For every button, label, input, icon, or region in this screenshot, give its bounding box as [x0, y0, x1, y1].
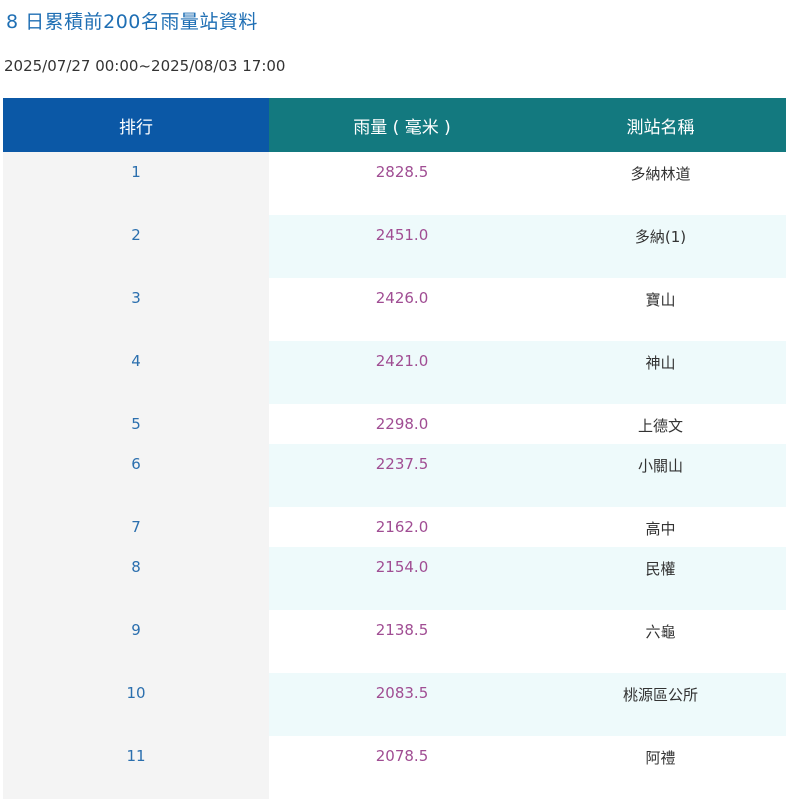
station-cell[interactable]: 民權	[535, 547, 786, 610]
station-cell[interactable]: 小關山	[535, 444, 786, 507]
rank-cell: 1	[3, 152, 269, 215]
rank-cell: 7	[3, 507, 269, 547]
table-header-row: 排行 雨量 ( 毫米 ) 測站名稱	[3, 98, 786, 152]
station-cell[interactable]: 上德文	[535, 404, 786, 444]
rank-cell: 4	[3, 341, 269, 404]
rainfall-cell: 2237.5	[269, 444, 535, 507]
rainfall-cell: 2154.0	[269, 547, 535, 610]
rank-cell: 5	[3, 404, 269, 444]
table-row: 4 2421.0 神山	[3, 341, 786, 404]
table-row: 6 2237.5 小關山	[3, 444, 786, 507]
header-rank: 排行	[3, 98, 269, 152]
station-cell[interactable]: 多納林道	[535, 152, 786, 215]
table-row: 2 2451.0 多納(1)	[3, 215, 786, 278]
rainfall-cell: 2828.5	[375, 163, 429, 181]
table-row: 9 2138.5 六龜	[3, 610, 786, 673]
rank-cell: 9	[3, 610, 269, 673]
rainfall-cell: 2162.0	[375, 518, 429, 536]
table-row: 7 2162.0 高中	[3, 507, 786, 547]
rainfall-cell: 2298.0	[375, 415, 429, 433]
rank-cell: 10	[3, 673, 269, 736]
rainfall-cell: 2138.5	[375, 621, 429, 639]
rainfall-ranking-table: 排行 雨量 ( 毫米 ) 測站名稱 1 2828.5 多納林道 2 2451.0…	[3, 98, 786, 799]
station-cell[interactable]: 高中	[535, 507, 786, 547]
table-row: 10 2083.5 桃源區公所	[3, 673, 786, 736]
rank-cell: 3	[3, 278, 269, 341]
rank-cell: 6	[3, 444, 269, 507]
station-cell[interactable]: 神山	[535, 341, 786, 404]
station-cell[interactable]: 多納(1)	[535, 215, 786, 278]
rainfall-cell: 2083.5	[269, 673, 535, 736]
rank-cell: 11	[3, 736, 269, 799]
table-row: 5 2298.0 上德文	[3, 404, 786, 444]
table-row: 11 2078.5 阿禮	[3, 736, 786, 799]
table-row: 3 2426.0 寶山	[3, 278, 786, 341]
station-cell[interactable]: 桃源區公所	[535, 673, 786, 736]
rank-cell: 2	[3, 215, 269, 278]
station-cell[interactable]: 阿禮	[535, 736, 786, 799]
date-range: 2025/07/27 00:00~2025/08/03 17:00	[4, 57, 286, 75]
station-cell[interactable]: 寶山	[535, 278, 786, 341]
header-station: 測站名稱	[535, 98, 786, 152]
rainfall-cell: 2426.0	[375, 289, 429, 307]
table-row: 1 2828.5 多納林道	[3, 152, 786, 215]
page-title: 8 日累積前200名雨量站資料	[6, 11, 258, 33]
station-cell[interactable]: 六龜	[535, 610, 786, 673]
table-row: 8 2154.0 民權	[3, 547, 786, 610]
rainfall-cell: 2451.0	[269, 215, 535, 278]
rainfall-cell: 2078.5	[375, 747, 429, 765]
rainfall-cell: 2421.0	[269, 341, 535, 404]
rank-cell: 8	[3, 547, 269, 610]
header-rainfall: 雨量 ( 毫米 )	[269, 98, 535, 152]
